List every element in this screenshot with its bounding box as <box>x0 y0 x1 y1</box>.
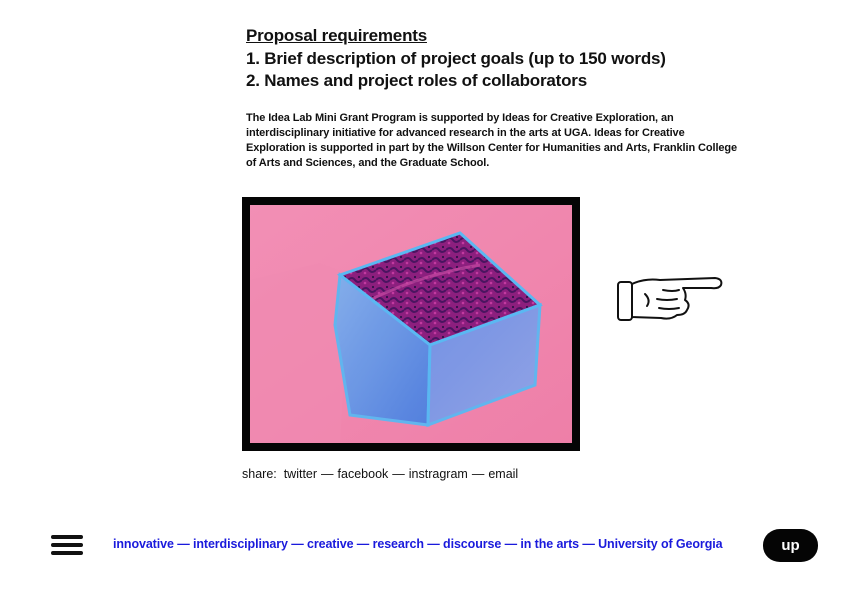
twitter-link[interactable]: twitter <box>284 467 317 481</box>
requirement-item: 2. Names and project roles of collaborat… <box>246 71 587 90</box>
pointing-hand-icon <box>617 277 723 321</box>
support-text: The Idea Lab Mini Grant Program is suppo… <box>246 112 738 169</box>
artwork-image <box>250 205 572 443</box>
menu-bar <box>51 551 83 555</box>
separator: — <box>321 467 334 481</box>
hamburger-menu-icon[interactable] <box>51 535 83 557</box>
separator: — <box>471 467 485 481</box>
share-links: share: twitter — facebook — instragram — email <box>242 467 518 481</box>
separator: — <box>392 467 405 481</box>
menu-bar <box>51 543 83 547</box>
scroll-up-button[interactable]: up <box>763 529 818 562</box>
email-link[interactable]: email <box>488 467 518 481</box>
menu-bar <box>51 535 83 539</box>
facebook-link[interactable]: facebook <box>338 467 389 481</box>
proposal-heading: Proposal requirements <box>246 26 427 45</box>
instagram-link[interactable]: instragram <box>409 467 468 481</box>
share-label: share: <box>242 467 277 481</box>
requirements-list: 1. Brief description of project goals (u… <box>246 48 666 92</box>
requirement-item: 1. Brief description of project goals (u… <box>246 49 666 68</box>
footer-tagline: innovative — interdisciplinary — creativ… <box>113 537 723 551</box>
artwork-frame <box>242 197 580 451</box>
